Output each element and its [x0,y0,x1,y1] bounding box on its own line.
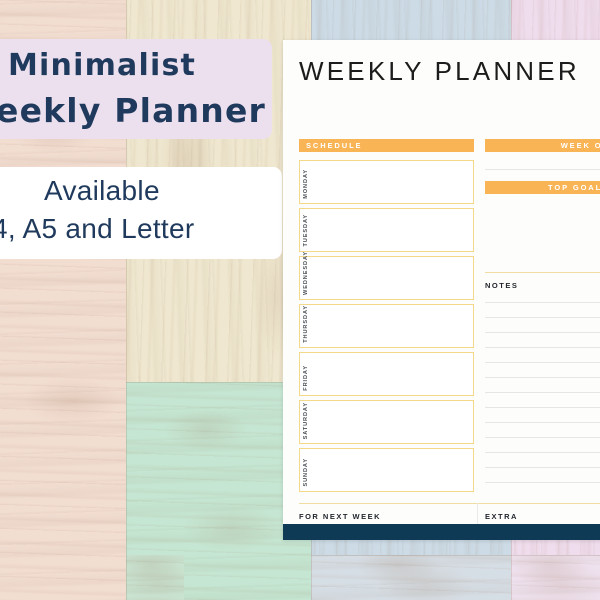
day-box-tuesday[interactable]: TUESDAY [299,208,474,252]
notes-rule [485,422,600,423]
notes-rule [485,332,600,333]
background-panel-mint-bottom-left [126,555,184,600]
notes-rule [485,482,600,483]
notes-rule [485,317,600,318]
week-of-rule [485,169,600,170]
day-box-saturday[interactable]: SATURDAY [299,400,474,444]
day-label-monday: MONDAY [303,169,309,199]
day-box-sunday[interactable]: SUNDAY [299,448,474,492]
notes-header: NOTES [485,281,519,290]
screenshot-canvas: Minimalist eekly Planner Available 4, A5… [0,0,600,600]
promo-sub-line-2: 4, A5 and Letter [0,213,195,244]
background-panel-lilac-bottom-right [511,555,600,600]
for-next-week-header: FOR NEXT WEEK [299,512,382,521]
day-box-wednesday[interactable]: WEDNESDAY [299,251,474,300]
notes-rule [485,467,600,468]
top-goals-input[interactable] [485,194,600,268]
notes-rule [485,392,600,393]
top-goals-header-bar: TOP GOALS [485,181,600,194]
day-label-friday: FRIDAY [303,365,309,391]
promo-sub-line-1: Available [44,175,160,206]
notes-rule [485,377,600,378]
footer-bar [283,524,600,540]
day-label-wednesday: WEDNESDAY [303,251,309,295]
background-panel-blue-bottom [311,555,511,600]
day-box-friday[interactable]: FRIDAY [299,352,474,396]
week-of-header-bar: WEEK OF [485,139,600,152]
day-label-sunday: SUNDAY [303,458,309,487]
plank-seam-horizontal-2 [311,555,600,556]
notes-rule [485,452,600,453]
schedule-header-bar: SCHEDULE [299,139,474,152]
notes-lines[interactable] [485,296,600,492]
notes-rule [485,347,600,348]
page-title: WEEKLY PLANNER [299,56,580,86]
notes-rule [485,362,600,363]
notes-rule [485,302,600,303]
day-label-tuesday: TUESDAY [303,214,309,247]
day-box-thursday[interactable]: THURSDAY [299,304,474,348]
day-label-thursday: THURSDAY [303,305,309,343]
notes-rule [485,437,600,438]
day-box-monday[interactable]: MONDAY [299,160,474,204]
day-label-saturday: SATURDAY [303,401,309,439]
bottom-section-divider [299,503,600,504]
promo-heading-line-1: Minimalist [8,48,197,83]
notes-rule [485,407,600,408]
week-of-input[interactable] [485,152,600,169]
promo-heading-line-2: eekly Planner [0,91,267,130]
notes-top-divider [485,272,600,273]
extra-header: EXTRA [485,512,518,521]
weekly-planner-sheet: WEEKLY PLANNER SCHEDULE MONDAY TUESDAY W… [283,40,600,540]
